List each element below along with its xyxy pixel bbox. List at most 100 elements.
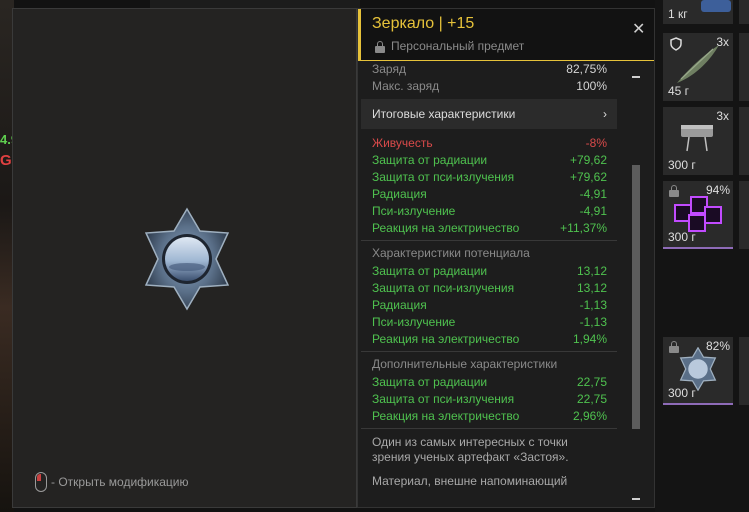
stat-label: Реакция на электричество [372,221,520,235]
item-description-continued: Материал, внешне напоминающий [372,474,568,488]
stat-row: Радиация -4,91 [361,186,617,203]
stat-label: Защита от пси-излучения [372,281,515,295]
close-button[interactable]: ✕ [632,19,645,39]
stat-row: Реакция на электричество 2,96% [361,408,617,425]
scroll-up-icon[interactable] [632,76,640,78]
item-description: Один из самых интересных с точки зрения … [372,435,569,464]
stat-row: Защита от радиации 22,75 [361,374,617,391]
item-subtitle: Персональный предмет [375,39,524,53]
purple-cubes-artifact-icon [674,196,722,232]
stat-row: Защита от радиации +79,62 [361,152,617,169]
neighbor-slot-edge [739,107,749,175]
inventory-column: 1 кг 3x 45 г 3x 300 г 94% 300 г 82% 300 … [655,0,749,512]
slot-charge-percent: 94% [705,183,730,197]
item-details-panel: Зеркало | +15 Персональный предмет ✕ Зар… [357,8,655,508]
slot-weight: 300 г [668,386,696,400]
max-charge-label: Макс. заряд [372,79,440,93]
stat-row: Живучесть -8% [361,135,617,152]
item-header: Зеркало | +15 Персональный предмет ✕ [358,9,654,61]
slot-count: 3x [716,109,729,123]
stat-label: Реакция на электричество [372,332,520,346]
stat-row: Защита от радиации 13,12 [361,263,617,280]
slot-count: 3x [716,35,729,49]
blue-case-icon [701,0,731,12]
stat-value: 22,75 [576,392,607,406]
stat-label: Защита от радиации [372,264,488,278]
hint-text: - Открыть модификацию [51,475,189,489]
extra-section-title: Дополнительные характеристики [372,357,558,371]
stat-label: Защита от пси-излучения [372,170,515,184]
item-title: Зеркало | +15 [372,15,475,32]
stat-value: -1,13 [579,298,607,312]
slot-weight: 300 г [668,230,696,244]
neighbor-slot-edge [739,0,749,24]
stat-value: -4,91 [579,187,607,201]
stat-row: Радиация -1,13 [361,297,617,314]
slot-weight: 1 кг [668,7,688,21]
stat-label: Реакция на электричество [372,409,520,423]
stat-value: +79,62 [569,170,607,184]
stat-row: Реакция на электричество +11,37% [361,220,617,237]
max-charge-row: Макс. заряд 100% [361,78,617,95]
slot-weight: 300 г [668,158,696,172]
stat-label: Защита от радиации [372,375,488,389]
scroll-thumb[interactable] [632,165,640,429]
slot-weight: 45 г [668,84,690,98]
stat-label: Пси-излучение [372,204,456,218]
stat-label: Защита от пси-излучения [372,392,515,406]
mouse-right-click-icon [35,472,47,492]
item-stats-content[interactable]: Заряд 82,75% Макс. заряд 100% Итоговые х… [361,61,617,489]
charge-label: Заряд [372,62,406,76]
stat-row: Реакция на электричество 1,94% [361,331,617,348]
summary-stats-label: Итоговые характеристики [372,107,516,121]
lock-icon [375,40,385,53]
inventory-slot[interactable]: 1 кг [663,0,733,24]
stat-label: Радиация [372,298,427,312]
personal-item-label: Персональный предмет [391,39,525,53]
background-top-strip [150,0,360,8]
stat-value: 13,12 [576,281,607,295]
chevron-right-icon: › [603,107,607,121]
stat-row: Защита от пси-излучения +79,62 [361,169,617,186]
divider [361,240,617,241]
stat-row: Защита от пси-излучения 13,12 [361,280,617,297]
stat-label: Радиация [372,187,427,201]
neighbor-slot-edge [739,33,749,101]
stat-value: 22,75 [576,375,607,389]
stat-value: -4,91 [579,204,607,218]
stat-value: 1,94% [572,332,607,346]
stat-value: -1,13 [579,315,607,329]
background-letter: G [0,152,12,169]
slot-charge-percent: 82% [705,339,730,353]
stat-value: 13,12 [576,264,607,278]
stat-row: Пси-излучение -1,13 [361,314,617,331]
max-charge-value: 100% [576,79,607,93]
mirror-artifact-icon [679,347,717,391]
stat-label: Живучесть [372,136,433,150]
inventory-slot[interactable]: 82% 300 г [663,337,733,405]
stat-row: Пси-излучение -4,91 [361,203,617,220]
scroll-down-icon[interactable] [632,498,640,500]
neighbor-slot-edge [739,181,749,249]
stat-value: 2,96% [572,409,607,423]
stat-value: -8% [585,136,607,150]
charge-row: Заряд 82,75% [361,61,617,78]
stat-label: Пси-излучение [372,315,456,329]
stat-label: Защита от радиации [372,153,488,167]
stats-scrollbar[interactable] [629,61,641,507]
charge-value: 82,75% [566,62,607,76]
inventory-slot[interactable]: 3x 45 г [663,33,733,101]
neighbor-slot-edge [739,337,749,405]
inventory-slot[interactable]: 3x 300 г [663,107,733,175]
artifact-viewer[interactable]: - Открыть модификацию [12,8,357,508]
divider [361,428,617,429]
divider [361,351,617,352]
potential-section-title: Характеристики потенциала [372,246,530,260]
inventory-slot[interactable]: 94% 300 г [663,181,733,249]
stat-value: +11,37% [560,221,607,235]
summary-stats-toggle[interactable]: Итоговые характеристики › [361,99,617,129]
stat-row: Защита от пси-излучения 22,75 [361,391,617,408]
open-modification-hint: - Открыть модификацию [35,472,189,492]
stat-value: +79,62 [569,153,607,167]
capacitor-icon [681,125,713,152]
